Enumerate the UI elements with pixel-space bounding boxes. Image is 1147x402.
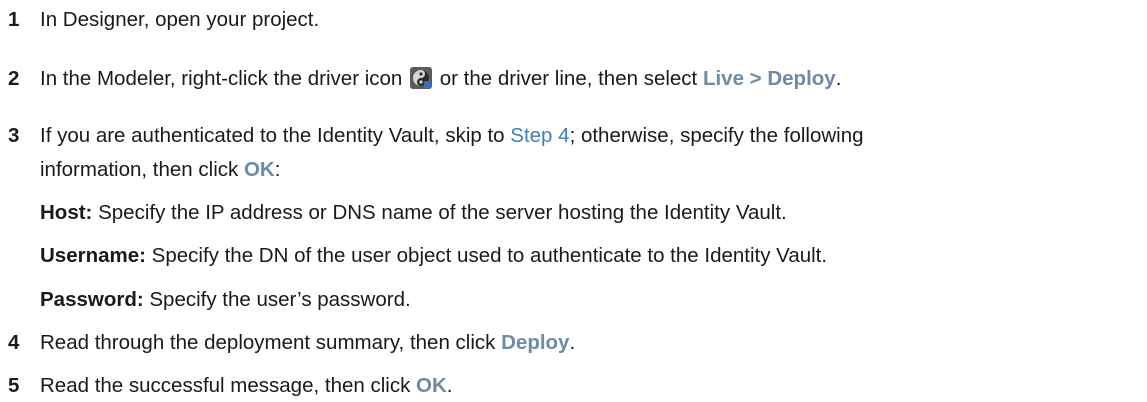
ok-button-label: OK: [416, 374, 447, 397]
field-desc: Specify the DN of the user object used t…: [151, 244, 828, 267]
field-host: Host: Specify the IP address or DNS name…: [40, 201, 787, 225]
step-text: information, then click: [40, 158, 239, 181]
instruction-document: 1 In Designer, open your project. 2 In the…: [0, 0, 1147, 402]
step-5: 5 Read the successful message, then click…: [8, 374, 1143, 398]
step-number: 4: [8, 331, 20, 354]
step-text: Read the successful message, then click: [40, 374, 411, 397]
driver-icon: [410, 67, 433, 89]
menu-path-live-deploy: Live > Deploy: [702, 67, 836, 90]
step-text: Read through the deployment summary, the…: [40, 331, 496, 354]
field-password: Password: Specify the user’s password.: [40, 288, 411, 312]
step-4-link[interactable]: Step 4: [510, 124, 569, 147]
punctuation: .: [569, 331, 576, 354]
step-1: 1 In Designer, open your project.: [8, 8, 1143, 32]
step-text: In the Modeler, right-click the driver i…: [40, 67, 403, 90]
field-desc: Specify the IP address or DNS name of th…: [98, 201, 787, 224]
punctuation: .: [446, 374, 453, 397]
step-number: 5: [8, 374, 20, 397]
deploy-button-label: Deploy: [501, 331, 570, 354]
step-number: 1: [8, 8, 20, 31]
step-number: 3: [8, 124, 20, 147]
punctuation: .: [835, 67, 842, 90]
step-number: 2: [8, 67, 20, 90]
field-term: Username:: [40, 244, 146, 267]
step-text: In Designer, open your project.: [40, 8, 320, 31]
punctuation: :: [274, 158, 281, 181]
step-text: If you are authenticated to the Identity…: [40, 124, 505, 147]
step-3-continuation: information, then click OK:: [40, 158, 280, 182]
field-username: Username: Specify the DN of the user obj…: [40, 244, 827, 268]
field-desc: Specify the user’s password.: [149, 288, 411, 311]
step-text: ; otherwise, specify the following: [569, 124, 864, 147]
step-3: 3 If you are authenticated to the Identit…: [8, 124, 1143, 148]
field-term: Host:: [40, 201, 93, 224]
field-term: Password:: [40, 288, 144, 311]
step-text: or the driver line, then select: [439, 67, 698, 90]
step-4: 4 Read through the deployment summary, th…: [8, 331, 1143, 355]
ok-button-label: OK: [243, 158, 275, 181]
step-2: 2 In the Modeler, right-click the driver …: [8, 67, 1143, 91]
